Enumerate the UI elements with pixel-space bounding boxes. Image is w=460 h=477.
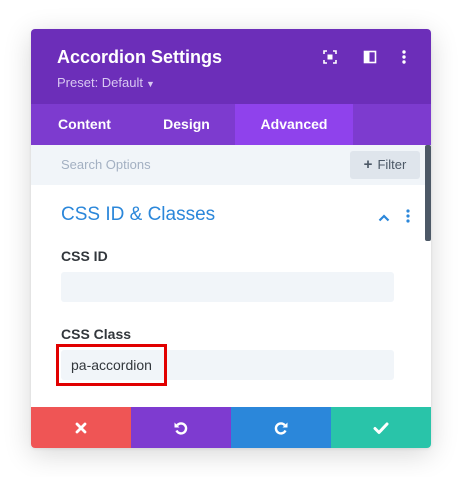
save-button[interactable] <box>331 407 431 448</box>
focus-mode-icon[interactable] <box>322 49 338 65</box>
redo-button[interactable] <box>231 407 331 448</box>
search-input[interactable]: Search Options <box>49 145 329 185</box>
section-title[interactable]: CSS ID & Classes <box>61 204 215 226</box>
tab-design[interactable]: Design <box>138 104 235 145</box>
tab-advanced[interactable]: Advanced <box>235 104 353 145</box>
tab-bar: Content Design Advanced <box>31 104 431 145</box>
preset-dropdown[interactable]: Preset: Default ▼ <box>57 75 155 90</box>
close-icon <box>75 422 87 433</box>
settings-modal: Accordion Settings Preset: Default ▼ Cont… <box>31 29 431 448</box>
split-view-icon[interactable] <box>362 49 378 65</box>
redo-icon <box>274 421 288 435</box>
scrollbar[interactable] <box>425 145 431 241</box>
action-bar <box>31 407 431 448</box>
chevron-up-icon[interactable] <box>378 210 390 228</box>
css-id-input[interactable] <box>61 272 394 302</box>
preset-label: Preset: Default <box>57 75 143 90</box>
plus-icon: + <box>363 156 373 173</box>
modal-header: Accordion Settings Preset: Default ▼ <box>31 29 431 104</box>
css-class-label: CSS Class <box>61 326 132 342</box>
undo-button[interactable] <box>131 407 231 448</box>
section-options-icon[interactable] <box>405 209 411 228</box>
more-vertical-icon[interactable] <box>396 49 412 65</box>
css-id-label: CSS ID <box>61 248 108 264</box>
modal-title: Accordion Settings <box>57 47 223 67</box>
filter-button[interactable]: + Filter <box>350 151 420 179</box>
undo-icon <box>174 421 188 435</box>
highlight-box <box>56 344 167 386</box>
discard-button[interactable] <box>31 407 131 448</box>
filter-label: Filter <box>377 157 407 172</box>
search-bar: Search Options + Filter <box>31 145 431 185</box>
caret-down-icon: ▼ <box>146 79 155 89</box>
tab-content[interactable]: Content <box>31 104 138 145</box>
check-icon <box>373 422 389 434</box>
